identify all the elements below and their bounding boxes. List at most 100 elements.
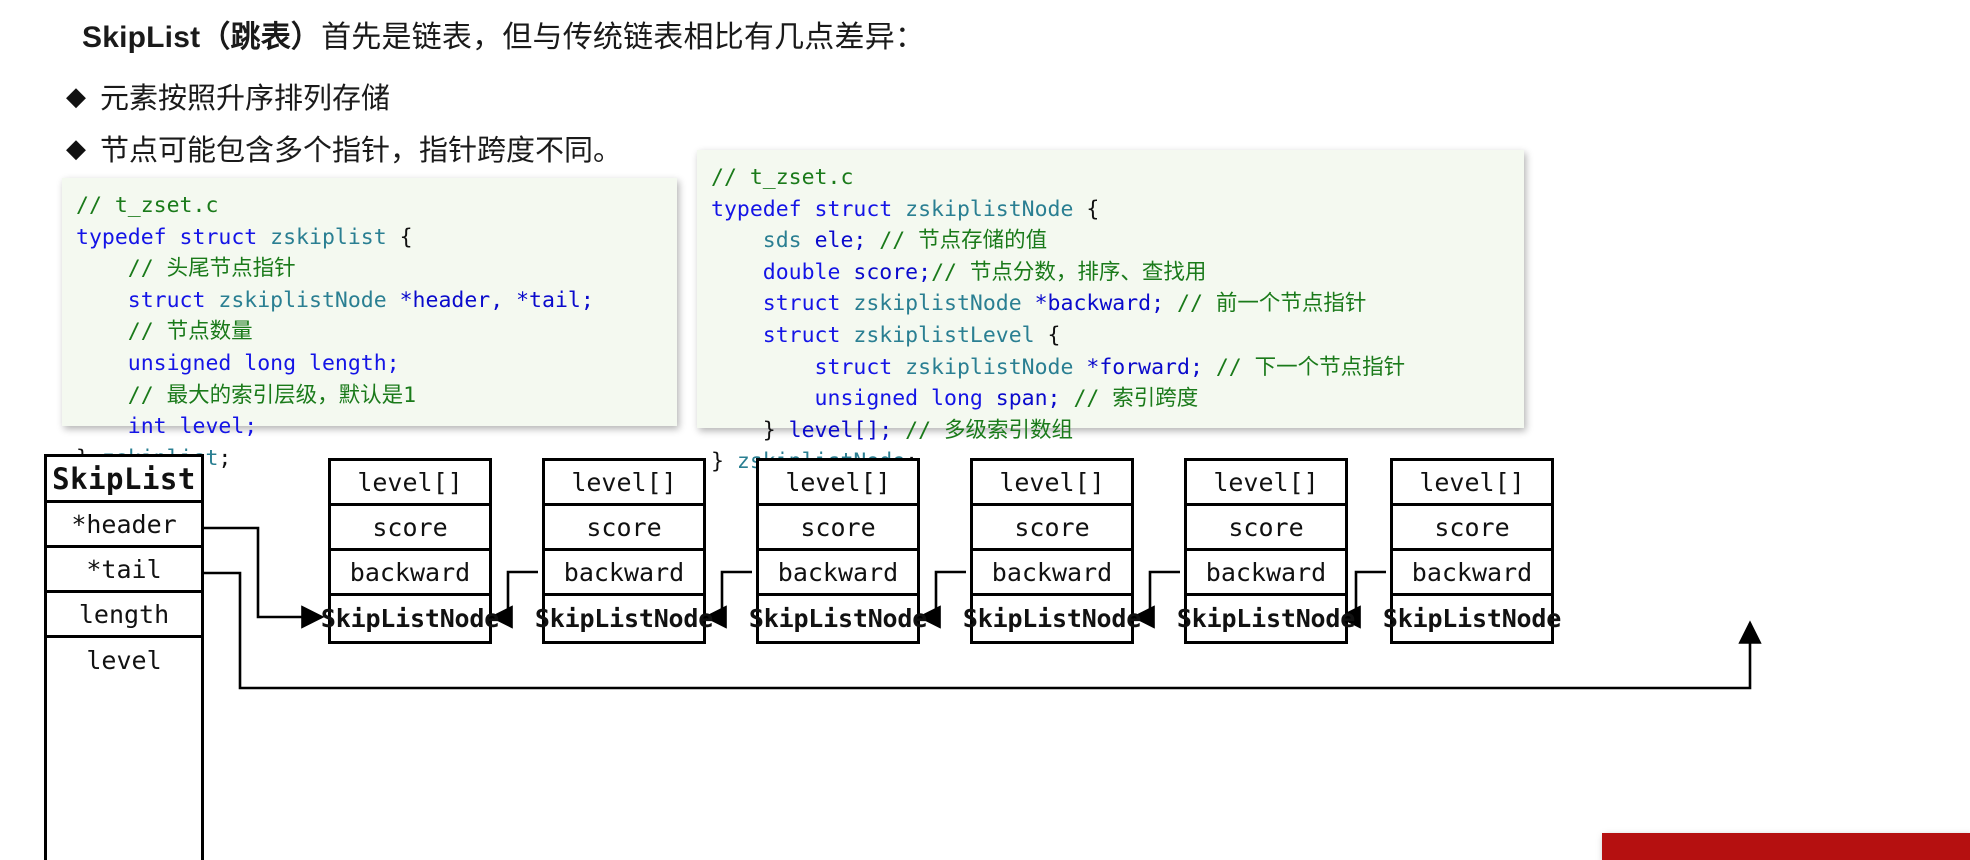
code-token: // t_zset.c [76, 193, 219, 218]
node-cell-score: score [1393, 506, 1551, 551]
code-line: typedef struct zskiplist { [62, 222, 677, 254]
code-token: { [1073, 196, 1100, 222]
skiplist-field-header: *header [47, 503, 201, 548]
bullet-item-0: ◆ 元素按照升序排列存储 [66, 75, 390, 117]
code-token: { [386, 224, 413, 250]
code-token: // 多级索引数组 [892, 417, 1074, 443]
skiplist-diagram: SkipList *header *tail length level leve… [0, 440, 1970, 860]
code-token: *forward; [1073, 354, 1216, 380]
code-token: // 头尾节点指针 [76, 256, 296, 282]
code-token: unsigned long [711, 386, 983, 412]
code-token: sds [762, 228, 802, 254]
code-token: } [711, 417, 789, 443]
code-token: // 节点存储的值 [879, 228, 1048, 254]
code-token: // 索引跨度 [1073, 386, 1199, 412]
code-block-zskiplist: // t_zset.ctypedef struct zskiplist { //… [62, 178, 677, 471]
diamond-bullet-icon: ◆ [66, 133, 86, 163]
code-token: zskiplist [270, 224, 387, 250]
code-line: unsigned long span; // 索引跨度 [697, 383, 1524, 415]
code-line: sds ele; // 节点存储的值 [697, 225, 1524, 257]
diamond-bullet-icon: ◆ [66, 81, 86, 111]
page-title: SkipList（跳表）首先是链表，但与传统链表相比有几点差异： [82, 12, 925, 56]
code-token: // 前一个节点指针 [1177, 291, 1367, 317]
code-token: // 节点数量 [76, 319, 253, 345]
node-cell-backward: backward [331, 551, 489, 596]
skiplist-field-length: length [47, 593, 201, 638]
page-title-rest: 首先是链表，但与传统链表相比有几点差异： [321, 21, 926, 54]
node-cell-level: level[] [545, 461, 703, 506]
red-highlight-bar [1602, 833, 1970, 860]
node-cell-score: score [331, 506, 489, 551]
node-cell-level: level[] [1393, 461, 1551, 506]
code-token: double [711, 259, 841, 285]
bullet-text-0: 元素按照升序排列存储 [100, 83, 391, 115]
skiplistnode-box-1: level[] score backward SkipListNode [534, 458, 714, 644]
code-token: int level; [76, 414, 258, 440]
code-token: zskiplistLevel [853, 322, 1035, 348]
node-cell-name: SkipListNode [534, 604, 714, 633]
code-token: typedef struct [711, 196, 906, 222]
code-token: score; [840, 259, 932, 285]
node-cell-score: score [759, 506, 917, 551]
node-cell-score: score [545, 506, 703, 551]
code-token: // 最大的索引层级，默认是1 [76, 382, 417, 408]
node-cell-level: level[] [973, 461, 1131, 506]
node-cell-backward: backward [759, 551, 917, 596]
node-cell-backward: backward [1187, 551, 1345, 596]
node-cell-level: level[] [759, 461, 917, 506]
code-token: *header, *tail; [386, 287, 594, 313]
code-token: struct [711, 354, 906, 380]
node-cell-score: score [1187, 506, 1345, 551]
node-cell-name: SkipListNode [1382, 604, 1562, 633]
code-line: // 头尾节点指针 [62, 253, 677, 285]
code-token: ele; [801, 228, 880, 254]
node-cell-name: SkipListNode [1176, 604, 1356, 633]
skiplistnode-box-5: level[] score backward SkipListNode [1382, 458, 1562, 644]
skiplist-struct-box: SkipList *header *tail length level [44, 454, 204, 860]
code-token: struct [76, 287, 219, 313]
node-cell-score: score [973, 506, 1131, 551]
code-token: span; [982, 386, 1074, 412]
code-token: { [1034, 322, 1061, 348]
code-token: level[]; [788, 417, 893, 443]
bullet-text-1: 节点可能包含多个指针，指针跨度不同。 [100, 135, 623, 167]
code-line: // t_zset.c [697, 162, 1524, 194]
code-line: struct zskiplistLevel { [697, 320, 1524, 352]
code-line: struct zskiplistNode *forward; // 下一个节点指… [697, 352, 1524, 384]
code-line: // t_zset.c [62, 190, 677, 222]
node-cell-name: SkipListNode [748, 604, 928, 633]
slide-root: SkipList（跳表）首先是链表，但与传统链表相比有几点差异： ◆ 元素按照升… [0, 0, 1970, 860]
page-title-bold: SkipList（跳表） [82, 21, 322, 54]
code-token: zskiplistNode [853, 291, 1022, 317]
code-token: // 下一个节点指针 [1215, 354, 1406, 380]
code-line: struct zskiplistNode *header, *tail; [62, 285, 677, 317]
code-line: // 最大的索引层级，默认是1 [62, 380, 677, 412]
code-token: *backward; [1021, 291, 1178, 317]
node-cell-level: level[] [331, 461, 489, 506]
code-token: // t_zset.c [711, 165, 854, 190]
code-token: struct [711, 291, 854, 317]
bullet-item-1: ◆ 节点可能包含多个指针，指针跨度不同。 [66, 127, 622, 169]
skiplistnode-box-4: level[] score backward SkipListNode [1176, 458, 1356, 644]
skiplistnode-box-3: level[] score backward SkipListNode [962, 458, 1142, 644]
code-token: typedef struct [76, 224, 271, 250]
code-line: typedef struct zskiplistNode { [697, 194, 1524, 226]
node-cell-name: SkipListNode [320, 604, 500, 633]
code-token: zskiplistNode [905, 196, 1074, 222]
code-token: unsigned long length; [76, 350, 400, 376]
code-block-zskiplistnode: // t_zset.ctypedef struct zskiplistNode … [697, 150, 1524, 474]
skiplist-field-level: level [86, 646, 162, 675]
skiplist-box-title: SkipList [47, 457, 201, 503]
skiplistnode-box-2: level[] score backward SkipListNode [748, 458, 928, 644]
node-cell-backward: backward [545, 551, 703, 596]
code-line: unsigned long length; [62, 348, 677, 380]
code-line: struct zskiplistNode *backward; // 前一个节点… [697, 288, 1524, 320]
code-line: int level; [62, 411, 677, 443]
skiplistnode-box-0: level[] score backward SkipListNode [320, 458, 500, 644]
node-cell-name: SkipListNode [962, 604, 1142, 633]
code-token: // 节点分数，排序、查找用 [931, 259, 1207, 285]
code-token: zskiplistNode [218, 287, 387, 313]
node-cell-level: level[] [1187, 461, 1345, 506]
code-token: zskiplistNode [905, 354, 1074, 380]
